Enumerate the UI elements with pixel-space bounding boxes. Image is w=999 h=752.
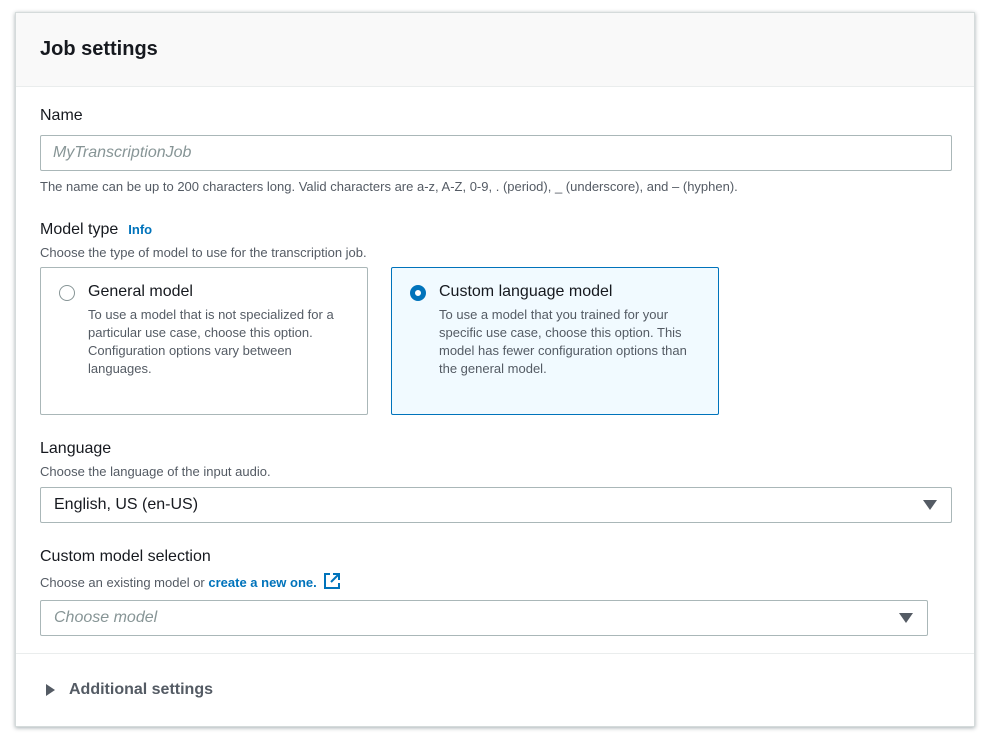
language-description: Choose the language of the input audio. <box>40 464 271 479</box>
model-type-label-text: Model type <box>40 221 119 238</box>
model-type-label: Model type Info <box>40 221 152 239</box>
custom-model-description-text: Choose an existing model or <box>40 575 209 590</box>
general-model-radio[interactable] <box>59 285 75 301</box>
custom-model-placeholder: Choose model <box>54 609 158 626</box>
create-new-model-link[interactable]: create a new one. <box>208 575 316 590</box>
custom-model-description: Choose an existing model or create a new… <box>40 572 341 593</box>
panel-header: Job settings <box>16 13 974 87</box>
custom-language-model-tile[interactable]: Custom language model To use a model tha… <box>391 267 719 415</box>
section-divider <box>16 653 974 654</box>
additional-settings-label: Additional settings <box>69 681 213 698</box>
name-input[interactable] <box>40 135 952 171</box>
caret-down-icon <box>923 500 937 510</box>
language-selected-value: English, US (en-US) <box>54 496 199 513</box>
language-select[interactable]: English, US (en-US) <box>40 487 952 523</box>
custom-language-model-radio[interactable] <box>410 285 426 301</box>
general-model-title: General model <box>88 283 193 300</box>
general-model-description: To use a model that is not specialized f… <box>88 307 334 376</box>
model-type-info-link[interactable]: Info <box>128 222 152 237</box>
caret-right-icon <box>46 684 55 696</box>
external-link-icon[interactable] <box>323 572 341 593</box>
custom-language-model-title: Custom language model <box>439 283 613 300</box>
custom-model-label: Custom model selection <box>40 548 211 565</box>
general-model-tile[interactable]: General model To use a model that is not… <box>40 267 368 415</box>
name-label: Name <box>40 107 83 124</box>
language-label: Language <box>40 440 112 457</box>
model-type-description: Choose the type of model to use for the … <box>40 245 367 260</box>
job-settings-panel: Job settings Name The name can be up to … <box>15 12 975 727</box>
custom-language-model-description: To use a model that you trained for your… <box>439 307 687 376</box>
caret-down-icon <box>899 613 913 623</box>
panel-title: Job settings <box>40 38 158 60</box>
name-constraint-text: The name can be up to 200 characters lon… <box>40 179 738 194</box>
additional-settings-expander[interactable]: Additional settings <box>46 681 213 699</box>
custom-model-select[interactable]: Choose model <box>40 600 928 636</box>
